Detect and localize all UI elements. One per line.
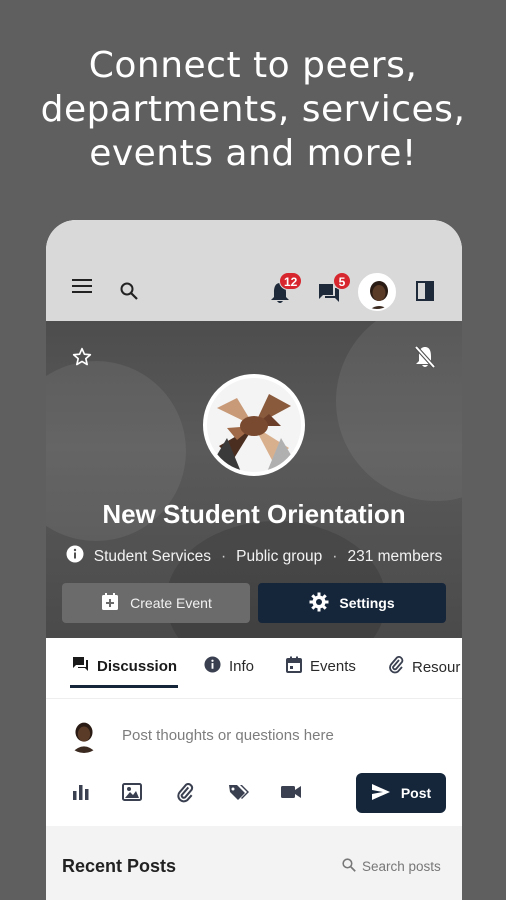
- search-posts-label: Search posts: [362, 859, 441, 874]
- group-photo: [203, 374, 305, 476]
- app-bar: 12 5: [46, 220, 462, 321]
- poll-icon[interactable]: [72, 783, 90, 806]
- group-department[interactable]: Student Services: [94, 548, 211, 566]
- mute-notifications-icon[interactable]: [414, 345, 436, 374]
- post-label: Post: [400, 785, 432, 801]
- tab-label: Resour: [412, 658, 461, 676]
- settings-button[interactable]: Settings: [258, 583, 446, 623]
- background-shape: [336, 321, 462, 501]
- attachment-icon[interactable]: [176, 783, 194, 808]
- separator-dot: ·: [220, 547, 227, 565]
- paperclip-icon: [388, 656, 404, 678]
- composer-avatar: [66, 717, 102, 753]
- search-icon[interactable]: [120, 282, 138, 305]
- info-icon: [204, 656, 221, 677]
- headline-line-1: Connect to peers,: [88, 45, 418, 86]
- notifications-badge: 12: [279, 272, 303, 290]
- tag-icon[interactable]: [228, 783, 250, 806]
- post-input[interactable]: Post thoughts or questions here: [122, 727, 334, 744]
- chat-icon: [72, 656, 89, 676]
- image-icon[interactable]: [122, 783, 142, 806]
- group-hero: New Student Orientation Student Services…: [46, 321, 462, 638]
- group-tabs: Discussion Info Events Resour: [46, 638, 462, 698]
- messages-badge: 5: [333, 272, 351, 290]
- active-tab-indicator: [70, 685, 178, 688]
- post-button[interactable]: Post: [356, 773, 446, 813]
- recent-posts-title: Recent Posts: [62, 856, 177, 876]
- tab-label: Info: [229, 658, 255, 675]
- group-meta: Student Services · Public group · 231 me…: [46, 545, 462, 568]
- tab-events[interactable]: Events: [286, 656, 356, 677]
- calendar-plus-icon: [100, 592, 120, 615]
- promo-headline: Connect to peers, departments, services,…: [0, 44, 506, 176]
- recent-posts-section: Recent Posts Search posts: [46, 826, 462, 900]
- star-icon[interactable]: [72, 347, 92, 372]
- create-event-label: Create Event: [130, 595, 212, 611]
- calendar-icon: [286, 656, 302, 677]
- info-icon: [66, 545, 84, 568]
- create-event-button[interactable]: Create Event: [62, 583, 250, 623]
- headline-line-2: departments, services,: [40, 89, 466, 130]
- tab-resources[interactable]: Resour: [388, 656, 460, 678]
- tab-discussion[interactable]: Discussion: [72, 656, 177, 676]
- group-title: New Student Orientation: [102, 499, 406, 529]
- sidebar-toggle-icon[interactable]: [416, 281, 434, 306]
- menu-icon[interactable]: [72, 278, 92, 299]
- post-composer: Post thoughts or questions here Post: [46, 698, 462, 826]
- group-members[interactable]: 231 members: [347, 548, 442, 566]
- separator-dot: ·: [332, 547, 338, 565]
- group-visibility: Public group: [236, 547, 323, 565]
- video-icon[interactable]: [280, 785, 302, 804]
- headline-line-3: events and more!: [89, 133, 417, 174]
- search-posts-button[interactable]: Search posts: [342, 858, 441, 875]
- tab-info[interactable]: Info: [204, 656, 254, 677]
- send-icon: [371, 783, 391, 804]
- gear-icon: [309, 592, 329, 615]
- settings-label: Settings: [339, 595, 395, 611]
- phone-screen: 12 5 New Student Orientation Student Ser…: [46, 220, 462, 900]
- tab-label: Discussion: [97, 657, 178, 675]
- user-avatar[interactable]: [358, 273, 396, 311]
- search-icon: [342, 858, 356, 875]
- tab-label: Events: [310, 658, 356, 675]
